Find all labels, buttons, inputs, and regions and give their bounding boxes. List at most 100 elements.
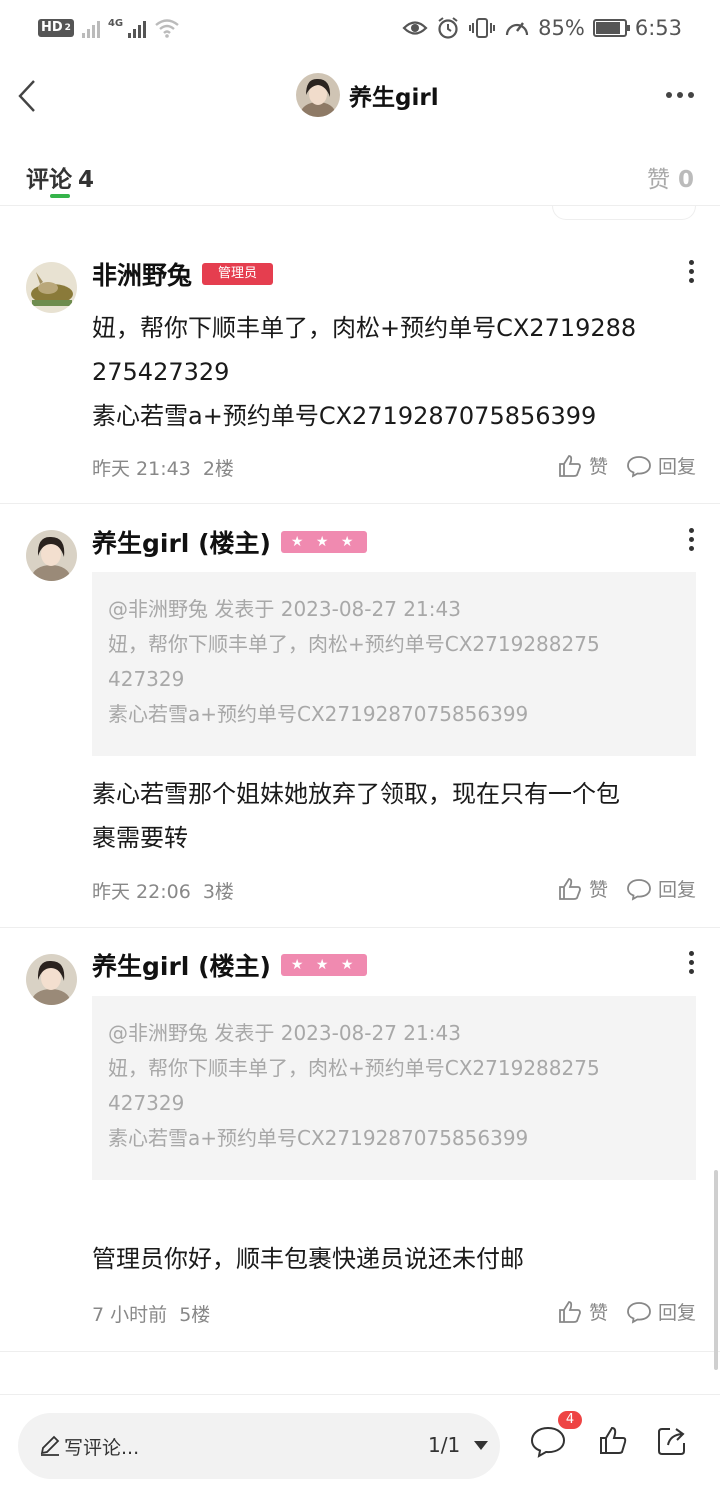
avatar[interactable] bbox=[26, 954, 77, 1005]
comment-text-line: 素心若雪那个姐妹她放弃了领取，现在只有一个包 bbox=[92, 780, 620, 808]
thumbs-up-icon bbox=[559, 454, 581, 477]
speed-icon bbox=[506, 22, 529, 36]
comment-input[interactable]: 写评论... 1/1 bbox=[18, 1413, 500, 1479]
comment-bubble-icon bbox=[627, 1301, 651, 1324]
quote-text-line: 427329 bbox=[108, 667, 185, 691]
share-icon bbox=[658, 1428, 685, 1455]
hd-icon: HD 2 bbox=[38, 19, 74, 37]
tab-likes-label: 赞 bbox=[646, 167, 670, 193]
comment-actions: 赞 回复 bbox=[557, 875, 696, 902]
reply-label: 回复 bbox=[657, 879, 696, 901]
vibrate-icon bbox=[469, 18, 496, 38]
quote-text-line: 妞，帮你下顺丰单了，肉松+预约单号CX2719288275 bbox=[108, 632, 600, 656]
like-button[interactable]: 赞 bbox=[557, 1298, 608, 1325]
hd-label: HD bbox=[41, 20, 63, 35]
star-badge: ★ ★ ★ bbox=[280, 954, 368, 976]
like-post-button[interactable] bbox=[598, 1425, 628, 1461]
quoted-comment[interactable]: @非洲野兔 发表于 2023-08-27 21:43 妞，帮你下顺丰单了，肉松+… bbox=[92, 996, 696, 1180]
status-bar: HD 2 4G 85% 6:53 bbox=[0, 0, 720, 56]
comment-bubble-icon bbox=[530, 1426, 566, 1458]
comment-meta: 昨天 21:43 2楼 bbox=[92, 454, 234, 481]
admin-badge: 管理员 bbox=[202, 263, 274, 285]
avatar[interactable] bbox=[26, 262, 77, 313]
comment-floor: 2楼 bbox=[202, 458, 234, 480]
wifi-icon bbox=[155, 19, 179, 38]
quote-meta: @非洲野兔 发表于 2023-08-27 21:43 bbox=[108, 1021, 461, 1045]
star-badge: ★ ★ ★ bbox=[280, 531, 368, 553]
comment-text-line: 裹需要转 bbox=[92, 824, 188, 852]
like-label: 赞 bbox=[588, 879, 608, 901]
comment-header: 非洲野兔 管理员 bbox=[92, 256, 274, 292]
network-type: 4G bbox=[107, 18, 124, 29]
comment-item: 养生girl (楼主) ★ ★ ★ @非洲野兔 发表于 2023-08-27 2… bbox=[0, 504, 720, 928]
comment-time: 昨天 21:43 bbox=[92, 458, 191, 480]
signal-icon bbox=[128, 18, 147, 38]
reply-label: 回复 bbox=[657, 1302, 696, 1324]
page-indicator[interactable]: 1/1 bbox=[428, 1433, 460, 1457]
like-label: 赞 bbox=[588, 1302, 608, 1324]
comment-floor: 3楼 bbox=[202, 881, 234, 903]
comment-header: 养生girl (楼主) ★ ★ ★ bbox=[92, 524, 368, 560]
comment-time: 7 小时前 bbox=[92, 1304, 168, 1326]
scrollbar[interactable] bbox=[714, 1170, 718, 1370]
alarm-icon bbox=[438, 17, 458, 39]
avatar[interactable] bbox=[296, 73, 340, 117]
comment-input-placeholder: 写评论... bbox=[64, 1437, 140, 1459]
status-left: HD 2 4G bbox=[38, 18, 180, 38]
reply-button[interactable]: 回复 bbox=[626, 875, 696, 902]
top-nav-bar: 养生girl bbox=[0, 56, 720, 136]
bottom-bar: 写评论... 1/1 4 bbox=[0, 1394, 720, 1496]
reply-button[interactable]: 回复 bbox=[626, 452, 696, 479]
like-button[interactable]: 赞 bbox=[557, 452, 608, 479]
previous-comment-edge bbox=[552, 206, 696, 220]
comment-item: 非洲野兔 管理员 妞，帮你下顺丰单了，肉松+预约单号CX2719288 2754… bbox=[0, 220, 720, 504]
comment-more-button[interactable] bbox=[689, 528, 694, 551]
comment-text: 素心若雪那个姐妹她放弃了领取，现在只有一个包 裹需要转 bbox=[92, 772, 692, 860]
back-button[interactable] bbox=[16, 78, 40, 114]
comments-button[interactable] bbox=[530, 1425, 566, 1463]
comment-text-line: 管理员你好，顺丰包裹快递员说还未付邮 bbox=[92, 1245, 524, 1273]
battery-percent: 85% bbox=[538, 16, 585, 40]
thumbs-up-icon bbox=[600, 1426, 627, 1454]
comment-meta: 昨天 22:06 3楼 bbox=[92, 877, 234, 904]
battery-icon bbox=[592, 19, 630, 37]
share-button[interactable] bbox=[656, 1425, 688, 1461]
thumbs-up-icon bbox=[559, 1300, 581, 1323]
comment-tabs: 评论 4 赞0 bbox=[0, 148, 720, 206]
quote-text-line: 427329 bbox=[108, 1091, 185, 1115]
like-button[interactable]: 赞 bbox=[557, 875, 608, 902]
avatar[interactable] bbox=[26, 530, 77, 581]
comment-meta: 7 小时前 5楼 bbox=[92, 1300, 210, 1327]
comment-text-line: 素心若雪a+预约单号CX2719287075856399 bbox=[92, 402, 597, 430]
comment-author[interactable]: 非洲野兔 bbox=[92, 256, 192, 292]
tab-likes-count: 0 bbox=[677, 167, 694, 193]
more-options-button[interactable] bbox=[666, 92, 694, 98]
comment-bubble-icon bbox=[627, 878, 651, 901]
quote-text-line: 素心若雪a+预约单号CX2719287075856399 bbox=[108, 702, 529, 726]
reply-label: 回复 bbox=[657, 456, 696, 478]
comment-bubble-icon bbox=[627, 455, 651, 478]
comment-author[interactable]: 养生girl (楼主) bbox=[92, 947, 271, 983]
comment-author[interactable]: 养生girl (楼主) bbox=[92, 524, 271, 560]
quote-text-line: 妞，帮你下顺丰单了，肉松+预约单号CX2719288275 bbox=[108, 1056, 600, 1080]
no-signal-icon bbox=[81, 18, 100, 38]
tab-comments-label: 评论 bbox=[26, 167, 72, 193]
reply-button[interactable]: 回复 bbox=[626, 1298, 696, 1325]
comment-actions: 赞 回复 bbox=[557, 452, 696, 479]
tab-comments[interactable]: 评论 4 bbox=[26, 160, 94, 194]
comment-more-button[interactable] bbox=[689, 951, 694, 974]
comment-count-badge: 4 bbox=[558, 1411, 582, 1429]
caret-down-icon[interactable] bbox=[474, 1441, 488, 1450]
status-right: 85% 6:53 bbox=[402, 16, 682, 40]
quoted-comment[interactable]: @非洲野兔 发表于 2023-08-27 21:43 妞，帮你下顺丰单了，肉松+… bbox=[92, 572, 696, 756]
comment-more-button[interactable] bbox=[689, 260, 694, 283]
header-user[interactable]: 养生girl bbox=[296, 73, 439, 117]
tab-likes[interactable]: 赞0 bbox=[647, 160, 694, 194]
active-tab-indicator bbox=[50, 194, 70, 198]
clock: 6:53 bbox=[634, 16, 682, 40]
comment-text: 妞，帮你下顺丰单了，肉松+预约单号CX2719288 275427329 素心若… bbox=[92, 306, 692, 438]
comment-time: 昨天 22:06 bbox=[92, 881, 191, 903]
comment-text: 管理员你好，顺丰包裹快递员说还未付邮 bbox=[92, 1237, 692, 1281]
eye-icon bbox=[402, 21, 428, 35]
comment-actions: 赞 回复 bbox=[557, 1298, 696, 1325]
